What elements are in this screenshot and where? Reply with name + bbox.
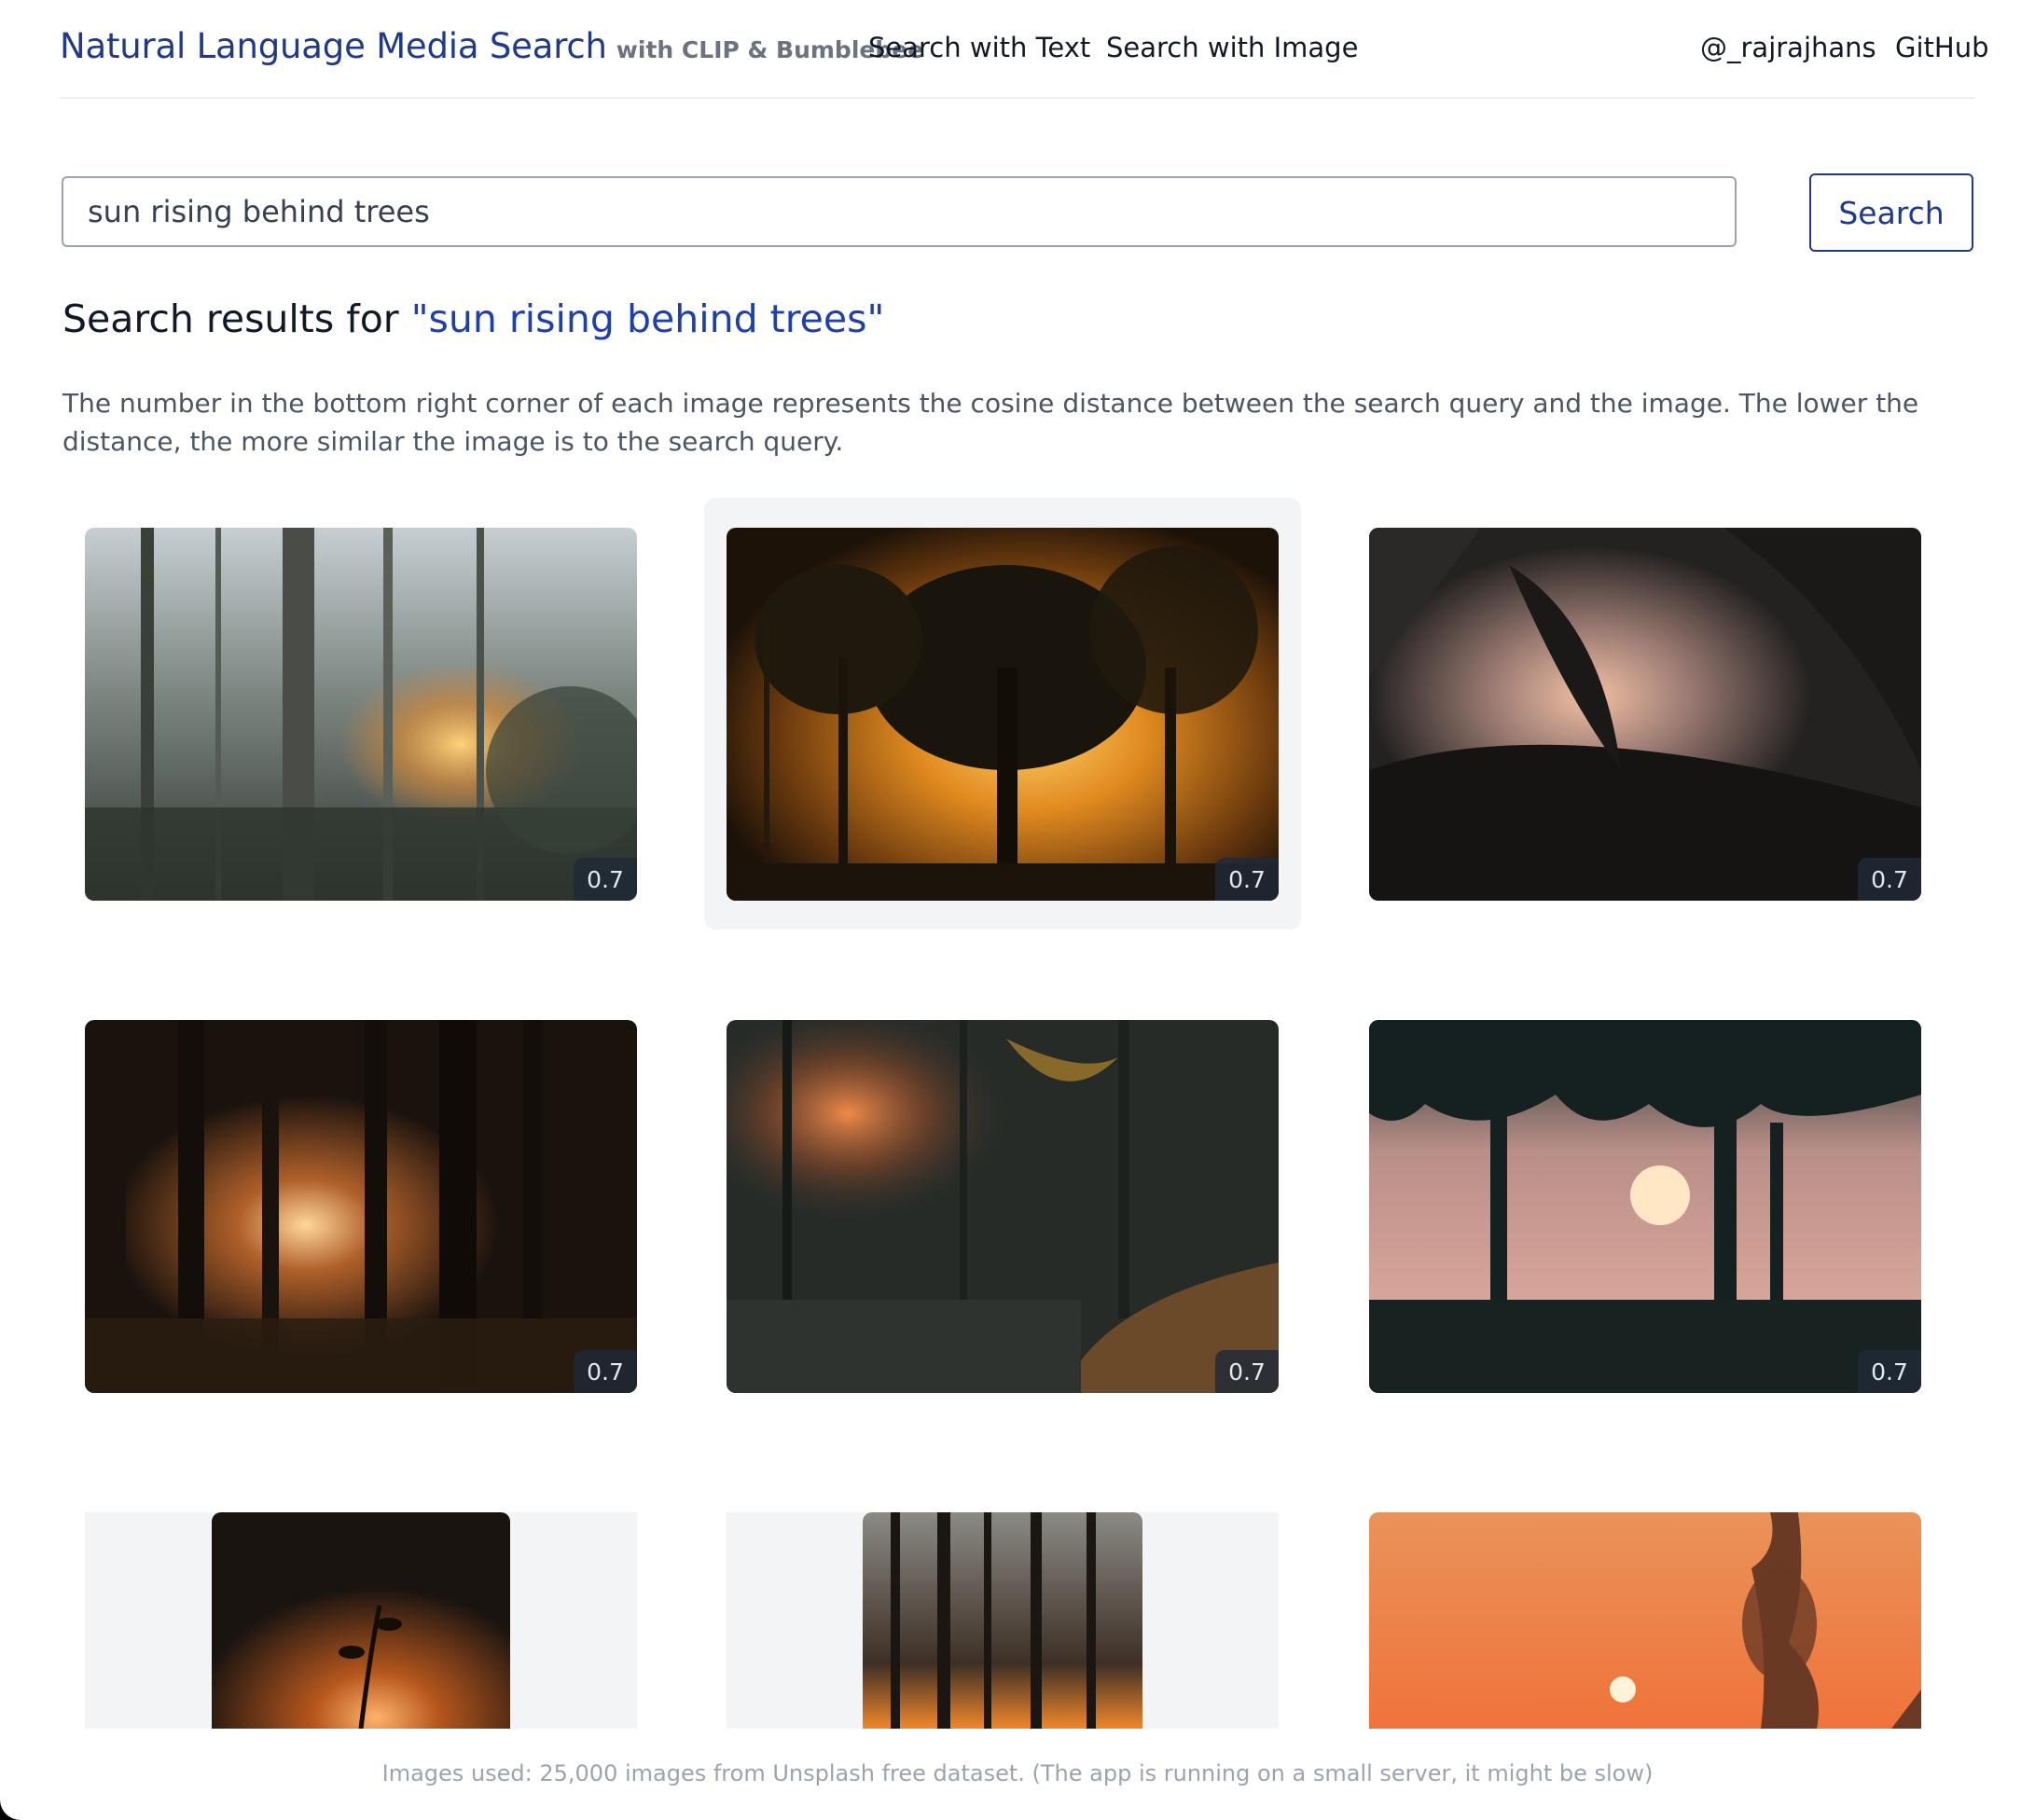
result-image-1[interactable]: 0.7 (85, 528, 637, 901)
result-image-7-frame (212, 1512, 510, 1729)
cosine-distance-badge: 0.7 (574, 1350, 637, 1393)
brand[interactable]: Natural Language Media Search with CLIP … (60, 26, 923, 66)
result-image-9-frame (1369, 1512, 1921, 1729)
nav-author-link[interactable]: @_rajrajhans (1700, 32, 1876, 63)
dataset-footer-note: Images used: 25,000 images from Unsplash… (381, 1760, 1654, 1786)
result-image-3[interactable]: 0.7 (1369, 528, 1921, 901)
orange-sunset-photo (1369, 1512, 1921, 1729)
result-image-9[interactable] (1369, 1512, 1921, 1729)
top-nav: Natural Language Media Search with CLIP … (60, 0, 1989, 99)
result-image-2[interactable]: 0.7 (727, 528, 1279, 901)
results-heading: Search results for "sun rising behind tr… (62, 296, 884, 341)
forest-photo (85, 528, 637, 901)
results-heading-query: "sun rising behind trees" (410, 296, 885, 341)
result-image-4[interactable]: 0.7 (85, 1020, 637, 1393)
search-input[interactable] (62, 176, 1737, 247)
cosine-distance-badge: 0.7 (1215, 858, 1279, 901)
cosine-distance-badge: 0.7 (1858, 858, 1921, 901)
result-image-8-frame (863, 1512, 1142, 1729)
results-description: The number in the bottom right corner of… (62, 388, 1919, 457)
nav-github-link[interactable]: GitHub (1895, 32, 1989, 63)
search-button[interactable]: Search (1809, 173, 1973, 252)
cosine-distance-badge: 0.7 (574, 858, 637, 901)
result-image-5[interactable]: 0.7 (727, 1020, 1279, 1393)
app-page: Natural Language Media Search with CLIP … (0, 0, 2035, 1820)
result-image-6[interactable]: 0.7 (1369, 1020, 1921, 1393)
palm-sunset-photo (1369, 1020, 1921, 1393)
sunrise-forest-photo (727, 528, 1279, 901)
result-image-8[interactable] (727, 1512, 1279, 1729)
results-heading-prefix: Search results for (62, 296, 411, 341)
backlit-forest-photo (85, 1020, 637, 1393)
cosine-distance-badge: 0.7 (1215, 1350, 1279, 1393)
tall-pines-photo (863, 1512, 1142, 1729)
pine-branch-photo (1369, 528, 1921, 901)
cosine-distance-badge: 0.7 (1858, 1350, 1921, 1393)
nav-search-with-text[interactable]: Search with Text (868, 32, 1090, 63)
result-image-7[interactable] (85, 1512, 637, 1729)
nav-search-with-image[interactable]: Search with Image (1106, 32, 1358, 63)
leaf-silhouette-photo (212, 1512, 510, 1729)
forest-stream-photo (727, 1020, 1279, 1393)
brand-title[interactable]: Natural Language Media Search (60, 26, 607, 66)
